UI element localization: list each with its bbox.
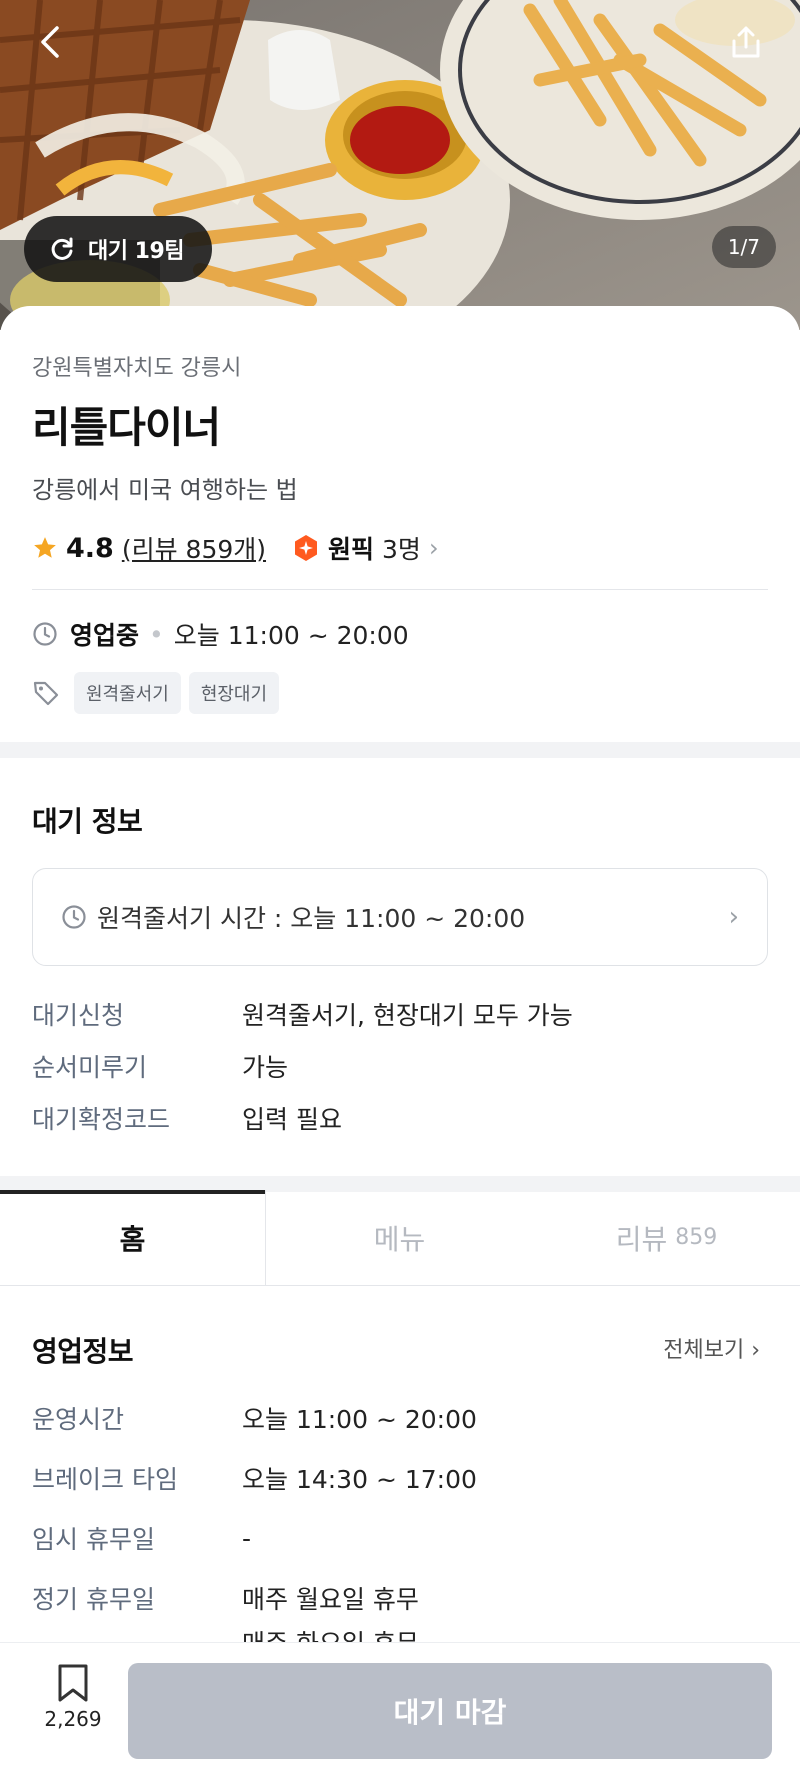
share-icon <box>732 26 760 58</box>
star-icon <box>34 537 56 558</box>
tab-bar: 홈 메뉴 리뷰 859 <box>0 1190 800 1286</box>
row-value: 가능 <box>242 1053 289 1082</box>
row-key: 대기확정코드 <box>32 1105 171 1134</box>
business-info-row: 운영시간 오늘 11:00 ~ 20:00 <box>32 1398 477 1438</box>
tab-label: 홈 <box>119 1222 146 1256</box>
row-value: 오늘 14:30 ~ 17:00 <box>242 1465 477 1494</box>
view-all-label: 전체보기 <box>663 1338 745 1363</box>
back-button[interactable] <box>30 18 70 66</box>
wait-closed-button[interactable]: 대기 마감 <box>128 1663 772 1759</box>
store-info-card: 강원특별자치도 강릉시 리틀다이너 강릉에서 미국 여행하는 법 4.8 (리뷰… <box>0 306 800 1776</box>
business-info-title: 영업정보 <box>32 1335 134 1368</box>
row-value: 매주 월요일 휴무 <box>242 1585 419 1614</box>
chevron-right-icon: › <box>751 1338 760 1363</box>
pick-label: 원픽 <box>328 535 375 564</box>
photo-counter: 1/7 <box>711 226 776 268</box>
clock-icon <box>62 905 86 929</box>
store-region: 강원특별자치도 강릉시 <box>32 356 242 381</box>
pick-count[interactable]: 3명 <box>382 530 421 566</box>
tab-review[interactable]: 리뷰 859 <box>533 1190 800 1285</box>
rating-row: 4.8 (리뷰 859개) 원픽 3명 › <box>32 528 439 568</box>
refresh-icon <box>51 237 73 260</box>
row-value: - <box>242 1523 252 1553</box>
tag-remote-queue: 원격줄서기 <box>74 672 181 714</box>
tab-label: 메뉴 <box>373 1222 426 1256</box>
row-key: 순서미루기 <box>32 1053 148 1082</box>
row-key: 브레이크 타임 <box>32 1465 178 1494</box>
store-name: 리틀다이너 <box>32 403 221 452</box>
remote-queue-time: 원격줄서기 시간 : 오늘 11:00 ~ 20:00 <box>97 904 526 933</box>
row-value: 입력 필요 <box>242 1105 342 1134</box>
hours-row: 영업중 • 오늘 11:00 ~ 20:00 <box>32 612 409 656</box>
review-count-link[interactable]: (리뷰 859개) <box>122 530 266 566</box>
rating-score: 4.8 <box>66 532 114 564</box>
tags-row: 원격줄서기 현장대기 <box>32 671 280 715</box>
divider <box>32 589 768 590</box>
wait-info-row: 대기신청 원격줄서기, 현장대기 모두 가능 <box>32 994 573 1034</box>
row-value: 오늘 11:00 ~ 20:00 <box>242 1405 477 1434</box>
tab-count: 859 <box>675 1225 718 1250</box>
pick-badge-icon <box>295 535 318 561</box>
tab-home[interactable]: 홈 <box>0 1190 266 1285</box>
wait-info-row: 순서미루기 가능 <box>32 1046 288 1086</box>
tag-onsite-wait: 현장대기 <box>188 672 280 714</box>
row-key: 대기신청 <box>32 1001 125 1030</box>
wait-count-text: 대기 19팀 <box>88 239 185 264</box>
separator-dot: • <box>149 619 164 649</box>
clock-icon <box>33 622 57 646</box>
tab-menu[interactable]: 메뉴 <box>266 1190 533 1285</box>
bookmark-icon <box>58 1664 88 1702</box>
share-button[interactable] <box>722 18 770 66</box>
view-all-link[interactable]: 전체보기 › <box>663 1332 760 1364</box>
tab-label: 리뷰 <box>615 1222 668 1256</box>
wait-info-title: 대기 정보 <box>32 805 143 838</box>
row-key: 임시 휴무일 <box>32 1525 155 1554</box>
remote-queue-time-box[interactable]: 원격줄서기 시간 : 오늘 11:00 ~ 20:00 › <box>32 868 768 966</box>
bookmark-button[interactable]: 2,269 <box>30 1663 116 1731</box>
row-key: 정기 휴무일 <box>32 1585 155 1614</box>
chevron-left-icon <box>41 26 59 58</box>
business-info-row: 정기 휴무일 매주 월요일 휴무 <box>32 1578 419 1618</box>
chevron-right-icon[interactable]: › <box>429 534 439 562</box>
row-key: 운영시간 <box>32 1405 125 1434</box>
today-hours: 오늘 11:00 ~ 20:00 <box>173 621 409 650</box>
bookmark-count: 2,269 <box>44 1707 102 1731</box>
bottom-action-bar: 2,269 대기 마감 <box>0 1642 800 1776</box>
wait-status-pill[interactable]: 대기 19팀 <box>24 216 212 282</box>
wait-info-row: 대기확정코드 입력 필요 <box>32 1098 342 1138</box>
business-info-row: 임시 휴무일 - <box>32 1518 251 1558</box>
store-tagline: 강릉에서 미국 여행하는 법 <box>32 476 298 504</box>
section-separator <box>0 742 800 758</box>
chevron-right-icon: › <box>728 902 739 932</box>
tag-icon <box>33 681 59 706</box>
business-info-row: 브레이크 타임 오늘 14:30 ~ 17:00 <box>32 1458 477 1498</box>
row-value: 원격줄서기, 현장대기 모두 가능 <box>242 1001 573 1030</box>
open-status: 영업중 <box>70 621 140 650</box>
